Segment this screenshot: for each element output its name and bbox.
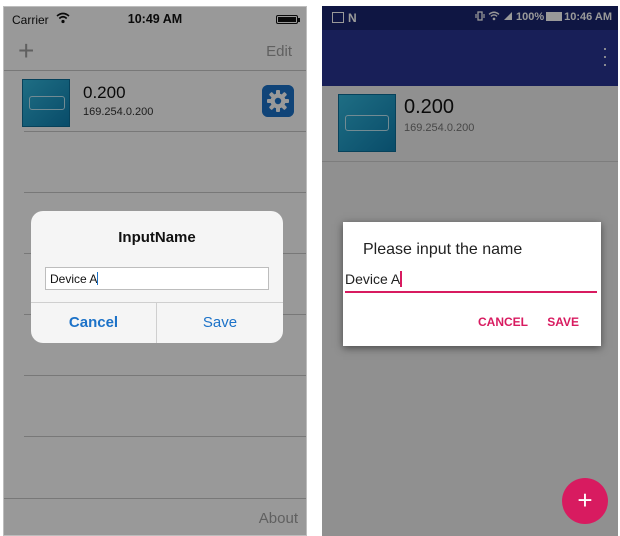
input-name-dialog: InputName Device A Cancel Save (31, 211, 283, 343)
name-input[interactable]: Device A (45, 267, 269, 290)
screenshot-root: Carrier 10:49 AM + Edit 0.200 169.254.0.… (0, 0, 620, 536)
save-button[interactable]: Save (157, 303, 283, 343)
cancel-button[interactable]: Cancel (31, 303, 156, 343)
input-name-dialog: Please input the name Device A CANCEL SA… (343, 222, 601, 346)
cancel-button[interactable]: CANCEL (478, 315, 528, 329)
text-caret (97, 272, 99, 285)
text-caret (400, 271, 402, 287)
name-input[interactable]: Device A (345, 269, 597, 293)
android-phone-screen: N 100% 10:46 AM · · · 0.200 169.254.0.200 +… (322, 6, 618, 536)
name-input-value: Device A (345, 271, 401, 287)
save-button[interactable]: SAVE (547, 315, 579, 329)
dialog-title: Please input the name (363, 241, 523, 258)
add-fab-button[interactable]: + (562, 478, 608, 524)
dialog-title: InputName (118, 229, 196, 246)
name-input-value: Device A (50, 272, 98, 286)
ios-phone-screen: Carrier 10:49 AM + Edit 0.200 169.254.0.… (3, 6, 307, 536)
